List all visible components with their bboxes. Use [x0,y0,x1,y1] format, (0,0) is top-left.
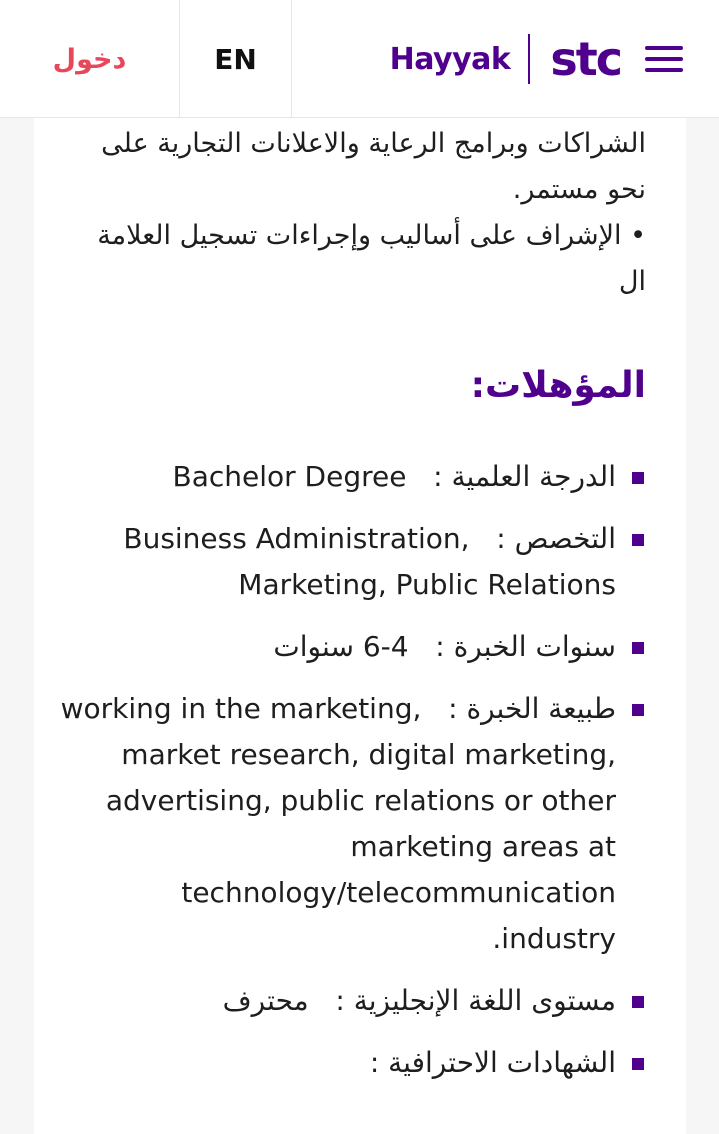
hamburger-icon[interactable] [645,46,683,72]
list-item: طبيعة الخبرة : working in the marketing,… [56,686,644,962]
item-value: Bachelor Degree [172,460,407,493]
list-item: مستوى اللغة الإنجليزية : محترف [56,978,644,1024]
qualifications-title: المؤهلات: [470,365,646,406]
list-item: سنوات الخبرة : 4-6 سنوات [56,624,644,670]
description-paragraph: الشراكات وبرامج الرعاية والاعلانات التجا… [101,128,646,205]
item-label: الدرجة العلمية [451,460,617,493]
list-item: الدرجة العلمية : Bachelor Degree [56,454,644,500]
item-value: working in the marketing, market researc… [60,692,616,955]
top-header: دخول EN Hayyak stc [0,0,719,118]
item-label: الشهادات الاحترافية [388,1046,616,1079]
brand-area: Hayyak stc [292,0,719,118]
language-switch-button[interactable]: EN [180,0,292,118]
login-label: دخول [52,43,127,75]
list-item: التخصص : Business Administration, Market… [56,516,644,608]
list-item: الشهادات الاحترافية : [56,1040,644,1086]
job-details-card: الشراكات وبرامج الرعاية والاعلانات التجا… [34,118,686,1134]
hayyak-logo: Hayyak [389,41,511,77]
item-label: سنوات الخبرة [453,630,616,663]
stc-logo[interactable]: stc [550,36,623,82]
login-button[interactable]: دخول [0,0,180,118]
item-label: طبيعة الخبرة [466,692,616,725]
item-label: مستوى اللغة الإنجليزية [353,984,616,1017]
description-bullet: • الإشراف على أساليب وإجراءات تسجيل العل… [97,220,646,297]
language-label: EN [214,42,257,76]
brand-divider [528,34,531,84]
item-label: التخصص [514,522,616,555]
qualifications-list: الدرجة العلمية : Bachelor Degree التخصص … [56,454,644,1102]
item-value: محترف [222,984,309,1017]
item-value: 4-6 سنوات [273,630,409,663]
